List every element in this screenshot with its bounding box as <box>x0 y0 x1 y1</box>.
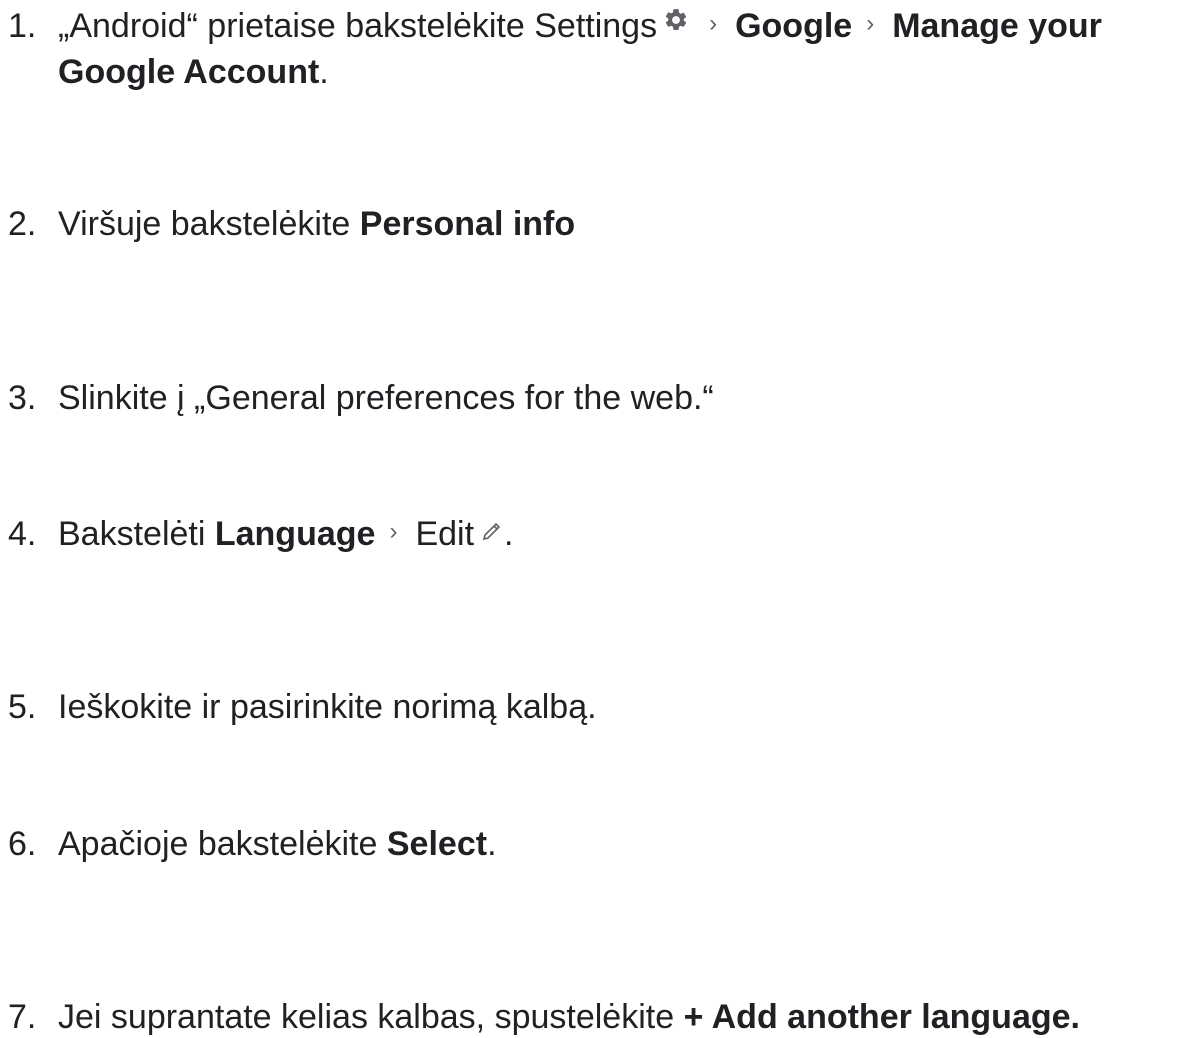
step-prefix: Bakstelėti <box>58 515 206 553</box>
step-text: Jei suprantate kelias kalbas, spustelėki… <box>58 996 1080 1038</box>
step-text: Apačioje bakstelėkite Select. <box>58 823 497 865</box>
chevron-right-icon: › <box>709 10 718 37</box>
step-bold: + Add another language. <box>683 998 1080 1036</box>
step-bold-google: Google <box>735 7 853 45</box>
step-number: 4. <box>8 515 37 553</box>
chevron-right-icon: › <box>866 10 875 37</box>
step-number: 5. <box>8 688 37 726</box>
step-bold: Personal info <box>359 205 576 243</box>
step-text: Ieškokite ir pasirinkite norimą kalbą. <box>58 688 597 726</box>
gear-icon <box>663 1 689 43</box>
step-suffix: . <box>319 53 329 91</box>
step-text: Slinkite į „General preferences for the … <box>58 379 714 417</box>
step-text: Bakstelėti Language › Edit. <box>58 513 513 559</box>
step-suffix: . <box>504 515 514 553</box>
step-number: 2. <box>8 205 37 243</box>
step-number: 6. <box>8 825 37 863</box>
step-bold: Select <box>386 825 488 863</box>
step-suffix: . <box>487 825 497 863</box>
step-text: Viršuje bakstelėkite Personal info <box>58 203 575 245</box>
chevron-right-icon: › <box>389 518 398 545</box>
step-edit: Edit <box>415 515 475 553</box>
step-prefix: Apačioje bakstelėkite <box>58 825 378 863</box>
step-number: 1. <box>8 7 37 45</box>
step-text: „Android“ prietaise bakstelėkite Setting… <box>58 5 1188 93</box>
step-bold: Language <box>214 515 376 553</box>
step-number: 7. <box>8 998 37 1036</box>
step-prefix: „Android“ prietaise bakstelėkite Setting… <box>58 7 658 45</box>
step-prefix: Jei suprantate kelias kalbas, spustelėki… <box>58 998 675 1036</box>
pencil-icon <box>480 511 504 553</box>
step-prefix: Viršuje bakstelėkite <box>58 205 351 243</box>
step-number: 3. <box>8 379 37 417</box>
